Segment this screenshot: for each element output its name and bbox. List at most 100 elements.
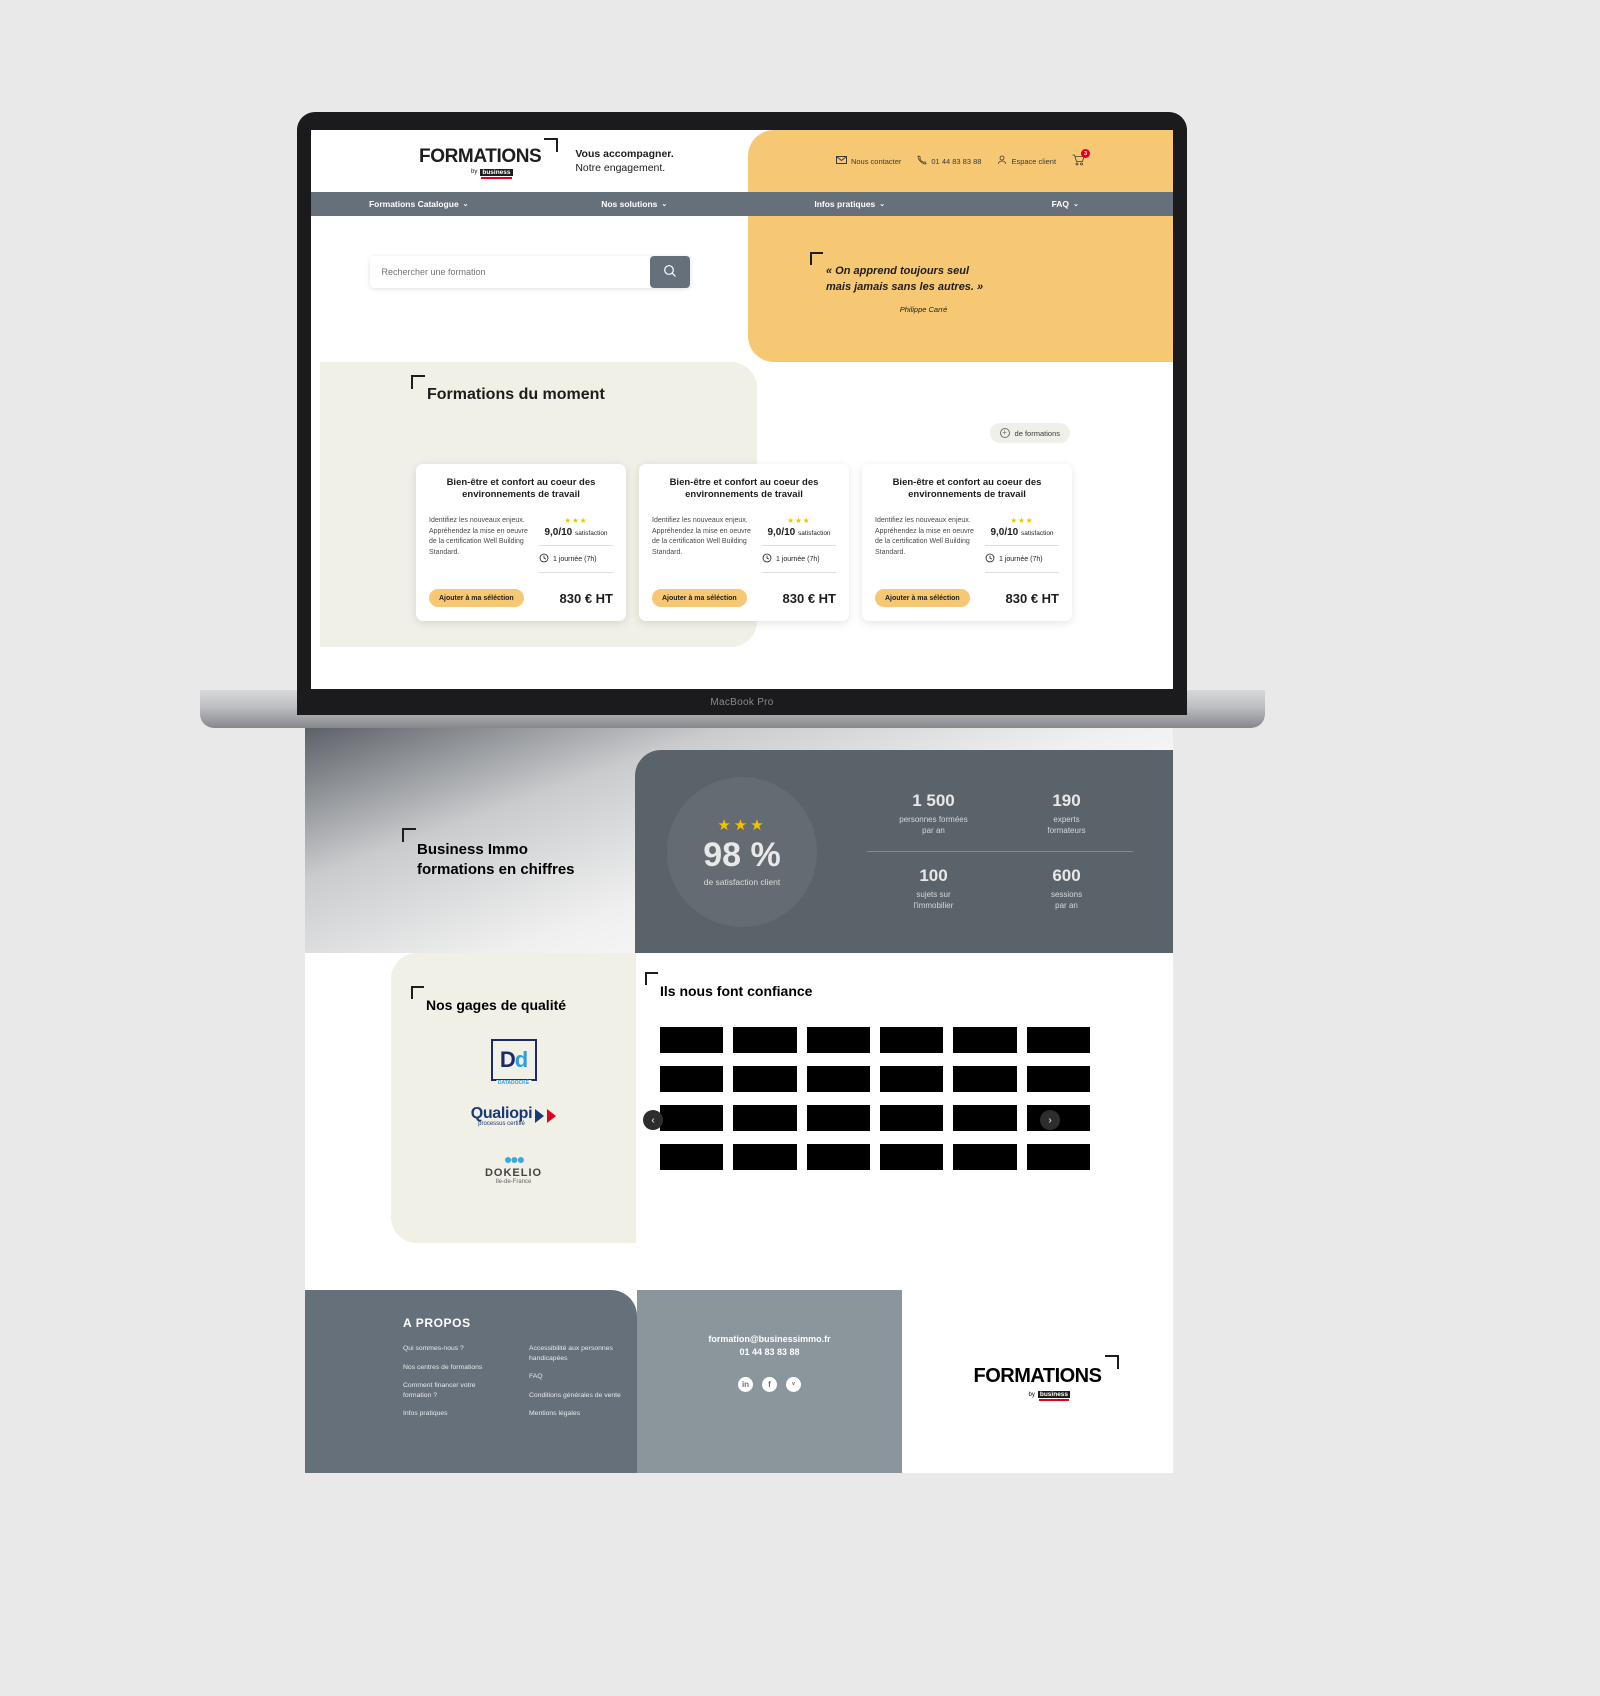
quote-author: Philippe Carré (899, 305, 948, 315)
clock-icon (539, 553, 549, 565)
footer-link[interactable]: FAQ (529, 1372, 629, 1382)
twitter-icon[interactable]: ᵛ (786, 1377, 801, 1392)
cart-button[interactable]: 3 (1072, 149, 1091, 168)
card-duration: 1 journée (7h) (539, 553, 613, 565)
partner-logo[interactable] (733, 1066, 797, 1092)
formation-card[interactable]: Bien-être et confort au coeur des enviro… (416, 464, 626, 621)
stat-label-line1: sujets sur (916, 890, 951, 899)
partner-logo[interactable] (660, 1066, 724, 1092)
meta-divider (985, 545, 1059, 546)
moment-corner-bracket (411, 375, 425, 389)
partner-logo[interactable] (879, 1144, 944, 1170)
meta-divider (539, 545, 613, 546)
card-footer: Ajouter à ma séléction 830 € HT (429, 589, 613, 607)
partner-logo[interactable] (733, 1144, 797, 1170)
nav-item-formations-catalogue[interactable]: Formations Catalogue ⌄ (311, 199, 527, 209)
search-button[interactable] (649, 256, 690, 288)
linkedin-icon[interactable]: in (738, 1377, 753, 1392)
partner-logo[interactable] (1026, 1066, 1090, 1092)
search-icon (663, 264, 677, 281)
partner-logo[interactable] (953, 1066, 1017, 1092)
partner-logo[interactable] (1026, 1144, 1090, 1170)
rating-label: satisfaction (1021, 530, 1054, 537)
contact-link[interactable]: Nous contacter (835, 156, 901, 166)
partner-logo[interactable] (879, 1027, 944, 1053)
partner-logo[interactable] (660, 1144, 724, 1170)
card-body: Identifiez les nouveaux enjeux. Appréhen… (652, 516, 836, 580)
footer-link[interactable]: Conditions générales de vente (529, 1391, 629, 1401)
rating-value-row: 9,0/10 satisfaction (539, 527, 613, 538)
card-price: 830 € HT (559, 590, 613, 606)
partner-logo[interactable] (953, 1105, 1017, 1131)
card-duration: 1 journée (7h) (762, 553, 836, 565)
add-to-selection-button[interactable]: Ajouter à ma séléction (875, 589, 970, 607)
footer-logo-area: FORMATIONS by business (902, 1290, 1173, 1473)
footer-link[interactable]: Comment financer votre formation ? (403, 1381, 503, 1400)
partner-logo[interactable] (806, 1144, 870, 1170)
more-formations-label: de formations (1014, 428, 1060, 438)
trust-heading: Ils nous font confiance (645, 972, 1090, 999)
add-to-selection-button[interactable]: Ajouter à ma séléction (652, 589, 747, 607)
duration-label: 1 journée (7h) (553, 555, 597, 563)
more-formations-button[interactable]: + de formations (989, 423, 1070, 443)
stat-item: 190 experts formateurs (1000, 791, 1133, 837)
phone-link[interactable]: 01 44 83 83 88 (917, 155, 981, 167)
stat-number: 600 (1052, 866, 1081, 885)
partner-logo[interactable] (806, 1027, 870, 1053)
tagline-line-2: Notre engagement. (575, 162, 666, 174)
nav-item-faq[interactable]: FAQ ⌄ (958, 199, 1174, 209)
quality-badges: Dd DATADOCKÉ Qualiopi processus certifié… (391, 1039, 636, 1185)
footer-link[interactable]: Nos centres de formations (403, 1363, 503, 1373)
tagline-line-1: Vous accompagner. (575, 147, 674, 160)
rating-value: 9,0/10 (544, 527, 573, 538)
card-title: Bien-être et confort au coeur des enviro… (669, 477, 819, 501)
client-area-link[interactable]: Espace client (997, 155, 1056, 167)
footer-link[interactable]: Mentions légales (529, 1409, 629, 1419)
partner-logo[interactable] (879, 1066, 944, 1092)
nav-item-infos-pratiques[interactable]: Infos pratiques ⌄ (742, 199, 958, 209)
satisfaction-percent: 98 % (703, 836, 781, 874)
stat-item: 600 sessions par an (1000, 866, 1133, 912)
cart-count-badge: 3 (1081, 149, 1091, 158)
plus-circle-icon: + (999, 428, 1010, 438)
partner-logo[interactable] (879, 1105, 944, 1131)
facebook-icon[interactable]: f (762, 1377, 777, 1392)
carousel-prev-button[interactable]: ‹ (643, 1110, 663, 1130)
footer-link[interactable]: Infos pratiques (403, 1409, 503, 1419)
site-logo[interactable]: FORMATIONS by business (419, 137, 559, 179)
footer-phone[interactable]: 01 44 83 83 88 (637, 1347, 902, 1357)
quote-line-1: « On apprend toujours seul (826, 264, 970, 277)
card-footer: Ajouter à ma séléction 830 € HT (652, 589, 836, 607)
card-title: Bien-être et confort au coeur des enviro… (892, 477, 1042, 501)
partner-logo[interactable] (1026, 1027, 1090, 1053)
nav-label: Formations Catalogue (368, 199, 459, 209)
footer-logo[interactable]: FORMATIONS by business (974, 1355, 1120, 1401)
partner-logo[interactable] (660, 1105, 724, 1131)
formation-card[interactable]: Bien-être et confort au coeur des enviro… (862, 464, 1072, 621)
main-navigation: Formations Catalogue ⌄ Nos solutions ⌄ I… (311, 192, 1173, 216)
partner-logo[interactable] (733, 1027, 797, 1053)
partner-logo[interactable] (806, 1066, 870, 1092)
nav-label: Nos solutions (601, 199, 658, 209)
partner-logo[interactable] (806, 1105, 870, 1131)
footer-link[interactable]: Accessibilité aux personnes handicapées (529, 1344, 629, 1363)
formation-cards-list: Bien-être et confort au coeur des enviro… (416, 464, 1072, 621)
quality-corner-bracket (411, 986, 424, 999)
nav-item-nos-solutions[interactable]: Nos solutions ⌄ (527, 199, 743, 209)
partner-logo[interactable] (660, 1027, 724, 1053)
footer-contact: formation@businessimmo.fr 01 44 83 83 88… (637, 1290, 902, 1473)
add-to-selection-button[interactable]: Ajouter à ma séléction (429, 589, 524, 607)
search-input[interactable] (369, 256, 650, 288)
partner-logo[interactable] (953, 1027, 1017, 1053)
carousel-next-button[interactable]: › (1040, 1110, 1060, 1130)
formation-card[interactable]: Bien-être et confort au coeur des enviro… (639, 464, 849, 621)
stat-label-line1: personnes formées (899, 815, 968, 825)
partner-logo[interactable] (953, 1144, 1017, 1170)
partner-logo[interactable] (733, 1105, 797, 1131)
dokelio-sublabel: Ile-de-France (495, 1179, 532, 1185)
stats-row-top: 1 500 personnes formées par an 190 exper… (867, 791, 1133, 837)
footer-email[interactable]: formation@businessimmo.fr (637, 1334, 902, 1344)
chevron-right-icon: › (1048, 1114, 1052, 1126)
dokelio-name: DOKELIO (484, 1167, 543, 1179)
footer-link[interactable]: Qui sommes-nous ? (403, 1344, 503, 1354)
